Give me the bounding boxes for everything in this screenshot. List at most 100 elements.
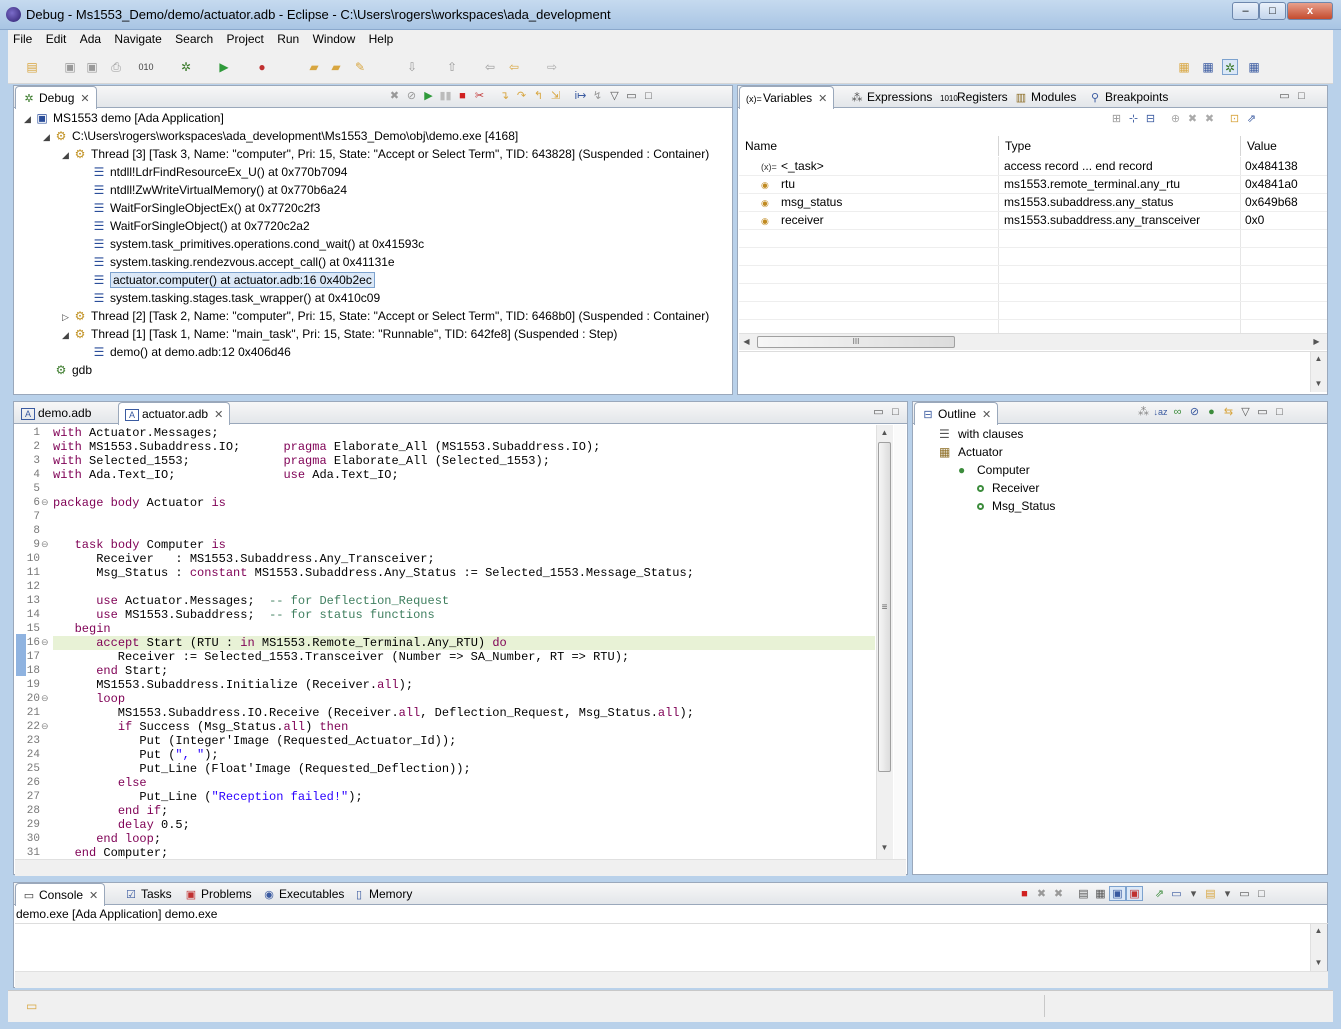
tab-demo-adb[interactable]: Ademo.adb <box>15 402 97 424</box>
suspend-icon[interactable]: ▮▮ <box>437 89 454 102</box>
debug-tree-item[interactable]: ☰ WaitForSingleObject() at 0x7720c2a2 <box>81 217 310 235</box>
console-vscrollbar[interactable]: ▲ ▼ <box>1310 924 1327 972</box>
tab-debug[interactable]: ✲ Debug ✕ <box>15 86 97 109</box>
scroll-down-icon[interactable]: ▼ <box>877 843 892 852</box>
fold-toggle-icon[interactable]: ⊖ <box>41 539 49 550</box>
code-line[interactable]: with Actuator.Messages; <box>53 426 219 440</box>
expand-toggle-icon[interactable]: ◢ <box>24 110 34 128</box>
code-line[interactable]: end if; <box>53 804 168 818</box>
debug-tree-item[interactable]: ◢ ▣ MS1553 demo [Ada Application] <box>24 109 224 127</box>
debug-tree-item[interactable]: ☰ system.task_primitives.operations.cond_… <box>81 235 425 253</box>
clear-console-icon[interactable]: ▤ <box>1075 887 1092 900</box>
code-line[interactable]: end Computer; <box>53 846 169 860</box>
minimize-view-icon[interactable]: ▭ <box>1236 887 1253 900</box>
maximize-button[interactable]: □ <box>1259 2 1286 20</box>
maximize-view-icon[interactable]: □ <box>640 90 657 102</box>
show-logical-structure-icon[interactable]: ⊹ <box>1125 112 1142 125</box>
expand-toggle-icon[interactable]: ◢ <box>43 128 53 146</box>
remove-all-terminated-icon[interactable]: ✖ <box>1050 887 1067 900</box>
fast-view-icon[interactable]: ▭ <box>26 999 37 1013</box>
minimize-view-icon[interactable]: ▭ <box>870 405 887 418</box>
view-menu-icon[interactable]: ▽ <box>606 89 623 102</box>
code-line[interactable]: Put (Integer'Image (Requested_Actuator_I… <box>53 734 456 748</box>
debug-tree-item[interactable]: ◢ ⚙ Thread [3] [Task 3, Name: "computer", … <box>62 145 709 163</box>
minimize-button[interactable]: – <box>1232 2 1259 20</box>
display-console-dropdown-icon[interactable]: ▾ <box>1185 887 1202 900</box>
binary-icon[interactable]: 010 <box>138 59 154 75</box>
menu-navigate[interactable]: Navigate <box>109 30 166 46</box>
code-line[interactable]: MS1553.Subaddress.IO.Receive (Receiver.a… <box>53 706 694 720</box>
debug-tree-item[interactable]: ☰ ntdll!ZwWriteVirtualMemory() at 0x770b6… <box>81 181 347 199</box>
add-global-icon[interactable]: ⊕ <box>1167 112 1184 125</box>
ada-perspective-icon[interactable]: ▦ <box>1200 59 1216 75</box>
maximize-view-icon[interactable]: □ <box>1271 406 1288 418</box>
menu-window[interactable]: Window <box>308 30 361 46</box>
outline-item[interactable]: ☰ with clauses <box>939 425 1023 443</box>
column-value[interactable]: Value <box>1241 136 1327 156</box>
code-line[interactable]: task body Computer is <box>53 538 226 552</box>
variable-row[interactable]: (x)= <_task> access record ... end record 0… <box>739 157 1327 175</box>
debug-tree-item[interactable]: ▷ ⚙ Thread [2] [Task 2, Name: "computer", … <box>62 307 709 325</box>
new-icon[interactable]: ▤ <box>24 59 40 75</box>
remove-all-globals-icon[interactable]: ✖ <box>1201 112 1218 125</box>
menu-help[interactable]: Help <box>364 30 399 46</box>
code-line[interactable]: with MS1553.Subaddress.IO; pragma Elabor… <box>53 440 600 454</box>
expand-toggle-icon[interactable]: ◢ <box>62 326 72 344</box>
instruction-step-icon[interactable]: i↦ <box>572 89 589 102</box>
save-all-icon[interactable]: ▣ <box>84 59 100 75</box>
minimize-view-icon[interactable]: ▭ <box>1276 89 1293 102</box>
terminate-icon[interactable]: ■ <box>1016 888 1033 900</box>
code-line[interactable]: else <box>53 776 147 790</box>
code-line[interactable]: if Success (Msg_Status.all) then <box>53 720 348 734</box>
sort-icon[interactable]: ↓az <box>1152 407 1169 417</box>
maximize-view-icon[interactable]: □ <box>1293 90 1310 102</box>
remove-global-icon[interactable]: ✖ <box>1184 112 1201 125</box>
open-perspective-icon[interactable]: ▦ <box>1176 59 1192 75</box>
scroll-thumb[interactable]: III <box>757 336 955 348</box>
step-into-icon[interactable]: ↴ <box>496 89 513 102</box>
debug-icon[interactable]: ✲ <box>178 59 194 75</box>
debug-tree-item[interactable]: ☰ system.tasking.stages.task_wrapper() at… <box>81 289 381 307</box>
tab-expressions[interactable]: ⁂ Expressions <box>844 86 938 108</box>
close-icon[interactable]: ✕ <box>982 409 991 421</box>
print-icon[interactable]: ⎙ <box>108 59 124 75</box>
layout-icon[interactable]: ⊡ <box>1226 112 1243 125</box>
menu-project[interactable]: Project <box>222 30 269 46</box>
code-line[interactable]: begin <box>53 622 111 636</box>
expand-toggle-icon[interactable]: ◢ <box>62 146 72 164</box>
menu-edit[interactable]: Edit <box>41 30 72 46</box>
show-on-stderr-icon[interactable]: ▣ <box>1126 886 1143 901</box>
scroll-up-icon[interactable]: ▲ <box>1311 354 1326 363</box>
debug-tree-item[interactable]: ☰ system.tasking.rendezvous.accept_call()… <box>81 253 395 271</box>
outline-item[interactable]: ▦ Actuator <box>939 443 1003 461</box>
code-line[interactable]: delay 0.5; <box>53 818 190 832</box>
variables-hscrollbar[interactable]: ◀ III ▶ <box>739 333 1327 350</box>
close-icon[interactable]: ✕ <box>818 93 827 105</box>
scroll-thumb[interactable]: ≡ <box>878 442 891 772</box>
overview-ruler[interactable] <box>894 425 906 859</box>
tab-outline[interactable]: ⊟ Outline ✕ <box>914 402 999 425</box>
code-line[interactable]: end Start; <box>53 664 168 678</box>
tab-memory[interactable]: ▯ Memory <box>346 883 418 905</box>
tab-actuator-adb[interactable]: Aactuator.adb ✕ <box>118 402 231 425</box>
close-icon[interactable]: ✕ <box>214 409 223 421</box>
step-over-icon[interactable]: ↷ <box>513 89 530 102</box>
view-menu-icon[interactable]: ⇗ <box>1243 112 1260 125</box>
fold-toggle-icon[interactable]: ⊖ <box>41 721 49 732</box>
sync-icon[interactable]: ⇆ <box>1220 405 1237 418</box>
minimize-view-icon[interactable]: ▭ <box>1254 405 1271 418</box>
open-resource-icon[interactable]: ▰ <box>328 59 344 75</box>
tab-registers[interactable]: 1010Registers <box>934 86 1014 108</box>
link-icon[interactable]: ∞ <box>1169 406 1186 418</box>
step-return-icon[interactable]: ↰ <box>530 89 547 102</box>
external-tools-icon[interactable]: ● <box>254 59 270 75</box>
display-console-icon[interactable]: ▭ <box>1168 887 1185 900</box>
run-icon[interactable]: ▶ <box>216 59 232 75</box>
tab-breakpoints[interactable]: ⚲ Breakpoints <box>1082 86 1174 108</box>
tab-variables[interactable]: (x)=Variables ✕ <box>739 86 835 109</box>
variable-row[interactable]: ◉ msg_status ms1553.subaddress.any_status 0… <box>739 193 1327 211</box>
variable-row[interactable]: ◉ rtu ms1553.remote_terminal.any_rtu 0x4841… <box>739 175 1327 193</box>
terminate-icon[interactable]: ■ <box>454 90 471 102</box>
outline-item[interactable]: Receiver <box>977 479 1039 497</box>
scroll-down-icon[interactable]: ▼ <box>1311 379 1326 388</box>
